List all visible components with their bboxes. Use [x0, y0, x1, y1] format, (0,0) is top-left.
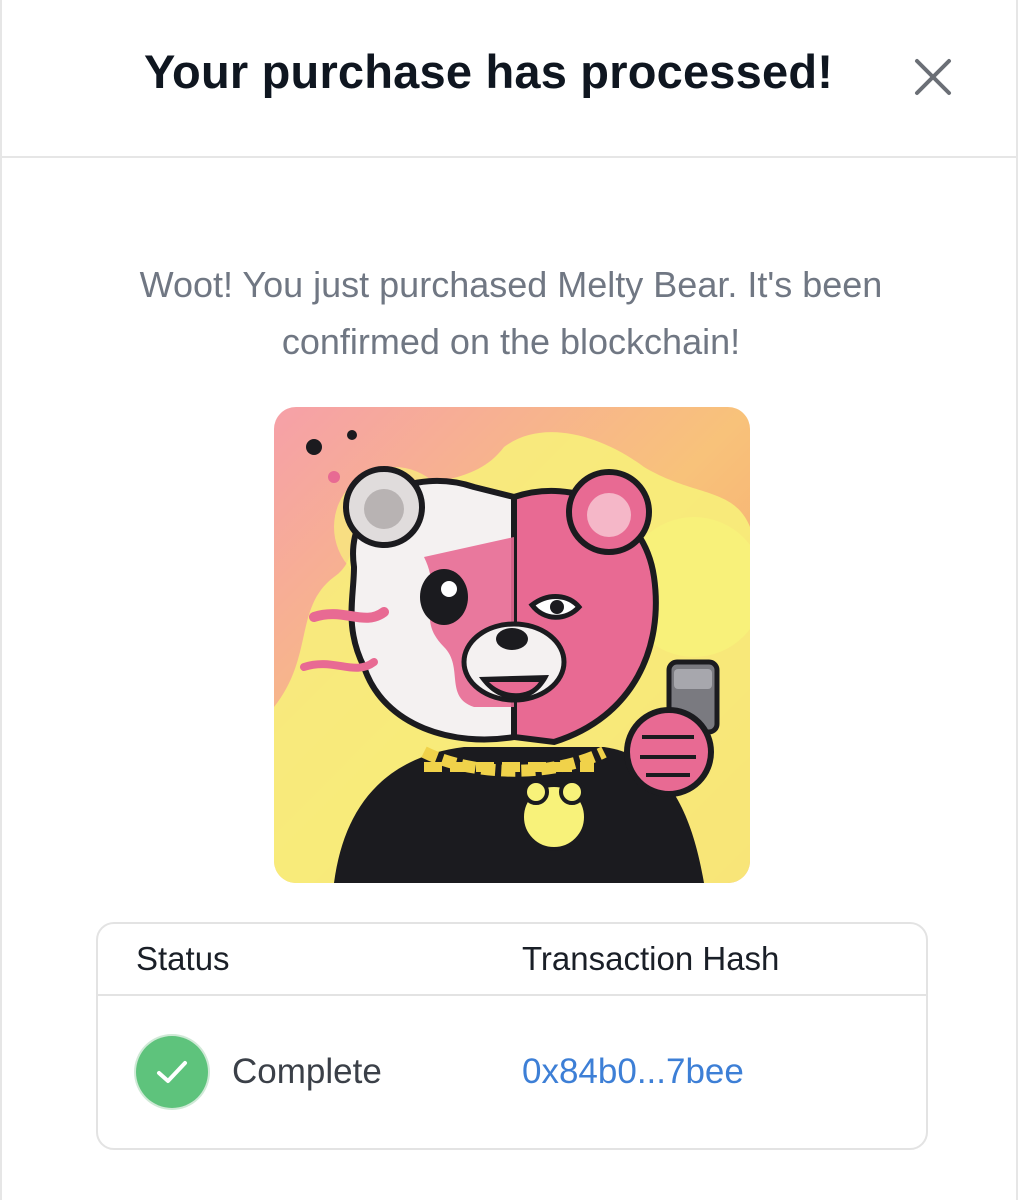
- transaction-hash-link[interactable]: 0x84b0...7bee: [522, 1052, 744, 1092]
- transaction-table: Status Transaction Hash Complete 0x84b0.…: [96, 922, 928, 1150]
- confirmation-message: Woot! You just purchased Melty Bear. It'…: [139, 264, 883, 362]
- check-circle-icon: [136, 1036, 208, 1108]
- close-button[interactable]: [912, 56, 954, 98]
- transaction-table-header: Status Transaction Hash: [98, 924, 926, 996]
- modal-title: Your purchase has processed!: [144, 45, 834, 98]
- purchase-modal: Your purchase has processed! Woot! You j…: [0, 0, 1018, 1200]
- status-cell: Complete: [136, 1034, 382, 1110]
- hash-column-header: Transaction Hash: [522, 940, 780, 977]
- modal-header: Your purchase has processed!: [2, 0, 1016, 158]
- close-icon: [915, 59, 951, 95]
- status-value: Complete: [232, 1052, 382, 1091]
- melty-bear-artwork: [274, 407, 750, 883]
- status-column-header: Status: [136, 940, 230, 977]
- nft-image: [274, 407, 750, 883]
